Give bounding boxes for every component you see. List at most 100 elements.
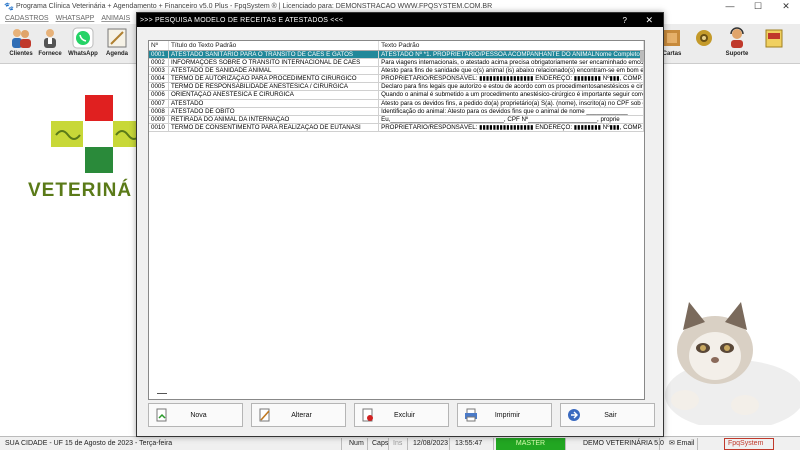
row-number: 0001 bbox=[149, 51, 169, 59]
alterar-label: Alterar bbox=[291, 411, 312, 419]
suporte-label: Suporte bbox=[725, 51, 749, 57]
status-date: 12/08/2023 bbox=[410, 438, 450, 450]
table-row[interactable]: 0002 INFORMAÇÕES SOBRE O TRÂNSITO INTERNA… bbox=[149, 59, 644, 68]
clientes-label: Clientes bbox=[9, 51, 33, 57]
support-icon bbox=[724, 26, 750, 50]
status-master: MASTER bbox=[496, 438, 566, 450]
edit-icon bbox=[258, 408, 272, 422]
row-title: ATESTADO DE SANIDADE ANIMAL bbox=[169, 67, 380, 75]
close-window-button[interactable]: ✕ bbox=[772, 0, 800, 13]
dialog-title: >>> PESQUISA MODELO DE RECEITAS E ATESTA… bbox=[140, 16, 344, 24]
table-row[interactable]: 0001 ATESTADO SANITÁRIO PARA O TRÂNSITO D… bbox=[149, 51, 644, 60]
exit-arrow-icon bbox=[567, 408, 581, 422]
dialog-close-button[interactable]: ✕ bbox=[645, 15, 653, 26]
row-number: 0003 bbox=[149, 67, 169, 75]
status-num: Num bbox=[346, 438, 368, 450]
row-title: ATESTADO SANITÁRIO PARA O TRÂNSITO DE CÃ… bbox=[169, 51, 380, 59]
row-title: INFORMAÇÕES SOBRE O TRÂNSITO INTERNACION… bbox=[169, 59, 380, 67]
row-number: 0002 bbox=[149, 59, 169, 67]
table-row[interactable]: 0005 TERMO DE RESPONSABILIDADE ANESTÉSICA… bbox=[149, 83, 644, 92]
row-title: ORIENTAÇÃO ANESTÉSICA E CIRÚRGICA bbox=[169, 91, 380, 99]
excluir-button[interactable]: Excluir bbox=[354, 403, 449, 427]
minimize-button[interactable]: — bbox=[716, 0, 744, 13]
status-caps: Caps bbox=[369, 438, 389, 450]
dialog-buttons: Nova Alterar Excluir Imprimir Sair bbox=[148, 403, 655, 428]
cat-image bbox=[655, 290, 800, 430]
scrollbar-thumb[interactable] bbox=[640, 51, 644, 62]
table-row[interactable]: 0009 RETIRADA DO ANIMAL DA INTERNAÇÃO Eu,_… bbox=[149, 115, 644, 124]
templates-table[interactable]: Nº Título do Texto Padrão Texto Padrão 0… bbox=[148, 40, 645, 400]
table-row[interactable]: 0010 TERMO DE CONSENTIMENTO PARA REALIZAÇ… bbox=[149, 123, 644, 132]
row-number: 0005 bbox=[149, 83, 169, 91]
table-row[interactable]: 0004 TERMO DE AUTORIZAÇÃO PARA PROCEDIMEN… bbox=[149, 75, 644, 84]
table-row[interactable]: 0008 ATESTADO DE ÓBITO Identificação do an… bbox=[149, 107, 644, 116]
table-row[interactable]: 0003 ATESTADO DE SANIDADE ANIMAL Atesto pa… bbox=[149, 67, 644, 76]
people-icon bbox=[8, 26, 34, 50]
delete-icon bbox=[361, 408, 375, 422]
status-bar: SUA CIDADE - UF 15 de Agosto de 2023 - T… bbox=[0, 436, 800, 450]
help-button[interactable]: ? bbox=[623, 16, 627, 25]
imprimir-button[interactable]: Imprimir bbox=[457, 403, 552, 427]
agenda-button[interactable]: Agenda bbox=[102, 26, 132, 62]
maximize-button[interactable]: ☐ bbox=[744, 0, 772, 13]
row-text: ATESTADO Nº *1. PROPRIETÁRIO/PESSOA ACOM… bbox=[379, 51, 644, 59]
suporte-button[interactable]: Suporte bbox=[722, 26, 752, 62]
menu-animais[interactable]: ANIMAIS bbox=[101, 15, 130, 22]
column-title[interactable]: Título do Texto Padrão bbox=[169, 41, 380, 50]
excluir-label: Excluir bbox=[393, 411, 415, 419]
row-title: TERMO DE RESPONSABILIDADE ANESTÉSICA / C… bbox=[169, 83, 380, 91]
status-city-date: SUA CIDADE - UF 15 de Agosto de 2023 - T… bbox=[2, 438, 342, 450]
window-controls: — ☐ ✕ bbox=[716, 0, 800, 13]
table-row[interactable]: 0007 ATESTADO Atesto para os devidos fins,… bbox=[149, 99, 644, 108]
gear-icon bbox=[691, 26, 717, 50]
status-ins: Ins bbox=[390, 438, 408, 450]
logo-text: VETERINÁ bbox=[28, 180, 133, 201]
imprimir-label: Imprimir bbox=[494, 411, 521, 419]
table-row[interactable]: 0006 ORIENTAÇÃO ANESTÉSICA E CIRÚRGICA Qua… bbox=[149, 91, 644, 100]
menu-cadastros[interactable]: CADASTROS bbox=[5, 15, 49, 22]
grid-indicator bbox=[157, 393, 167, 394]
email-button[interactable]: ✉ Email bbox=[666, 438, 698, 450]
settings-tool-button[interactable] bbox=[690, 26, 718, 62]
row-title: TERMO DE CONSENTIMENTO PARA REALIZAÇÃO D… bbox=[169, 123, 380, 131]
row-text: Eu,_________________________________, CP… bbox=[379, 115, 644, 123]
printer-icon bbox=[464, 408, 478, 422]
clientes-button[interactable]: Clientes bbox=[6, 26, 36, 62]
row-text: Atesto para os devidos fins, a pedido do… bbox=[381, 99, 644, 107]
row-number: 0009 bbox=[149, 115, 169, 123]
exit-icon bbox=[761, 26, 787, 50]
paw-icon: 🐾 bbox=[4, 2, 14, 11]
fornece-button[interactable]: Fornece bbox=[36, 26, 64, 62]
whatsapp-icon bbox=[70, 26, 96, 50]
fpqsystem-badge[interactable]: FpqSystem bbox=[724, 438, 774, 450]
column-text[interactable]: Texto Padrão bbox=[379, 41, 644, 50]
agenda-icon bbox=[104, 26, 130, 50]
row-text: PROPRIETÁRIO/RESPONSÁVEL: ▮▮▮▮▮▮▮▮▮▮▮▮▮▮… bbox=[381, 123, 644, 131]
email-label: Email bbox=[676, 440, 695, 447]
nova-button[interactable]: Nova bbox=[148, 403, 243, 427]
exit-app-button[interactable] bbox=[760, 26, 788, 62]
row-text: Atesto para fins de sanidade que o(s) an… bbox=[381, 67, 644, 75]
row-text: PROPRIETÁRIO/RESPONSÁVEL: ▮▮▮▮▮▮▮▮▮▮▮▮▮▮… bbox=[381, 75, 644, 83]
supplier-icon bbox=[37, 26, 63, 50]
sair-button[interactable]: Sair bbox=[560, 403, 655, 427]
column-number[interactable]: Nº bbox=[149, 41, 169, 50]
table-body: 0001 ATESTADO SANITÁRIO PARA O TRÂNSITO D… bbox=[149, 51, 644, 132]
agenda-label: Agenda bbox=[105, 51, 128, 57]
menu-whatsapp[interactable]: WHATSAPP bbox=[56, 15, 95, 22]
row-title: ATESTADO DE ÓBITO bbox=[169, 107, 380, 115]
row-number: 0004 bbox=[149, 75, 169, 83]
row-text: Quando o animal é submetido a um procedi… bbox=[381, 91, 644, 99]
row-title: RETIRADA DO ANIMAL DA INTERNAÇÃO bbox=[169, 115, 380, 123]
table-header: Nº Título do Texto Padrão Texto Padrão bbox=[149, 41, 644, 51]
email-icon: ✉ bbox=[669, 440, 677, 447]
row-number: 0010 bbox=[149, 123, 169, 131]
whatsapp-button[interactable]: WhatsApp bbox=[68, 26, 98, 62]
alterar-button[interactable]: Alterar bbox=[251, 403, 346, 427]
search-templates-dialog: >>> PESQUISA MODELO DE RECEITAS E ATESTA… bbox=[136, 12, 664, 437]
row-text: Para viagens internacionais, o atestado … bbox=[381, 59, 644, 67]
app-title: Programa Clínica Veterinária + Agendamen… bbox=[16, 3, 493, 10]
dialog-titlebar: >>> PESQUISA MODELO DE RECEITAS E ATESTA… bbox=[137, 13, 663, 27]
whatsapp-label: WhatsApp bbox=[68, 51, 98, 57]
row-title: ATESTADO bbox=[169, 99, 380, 107]
